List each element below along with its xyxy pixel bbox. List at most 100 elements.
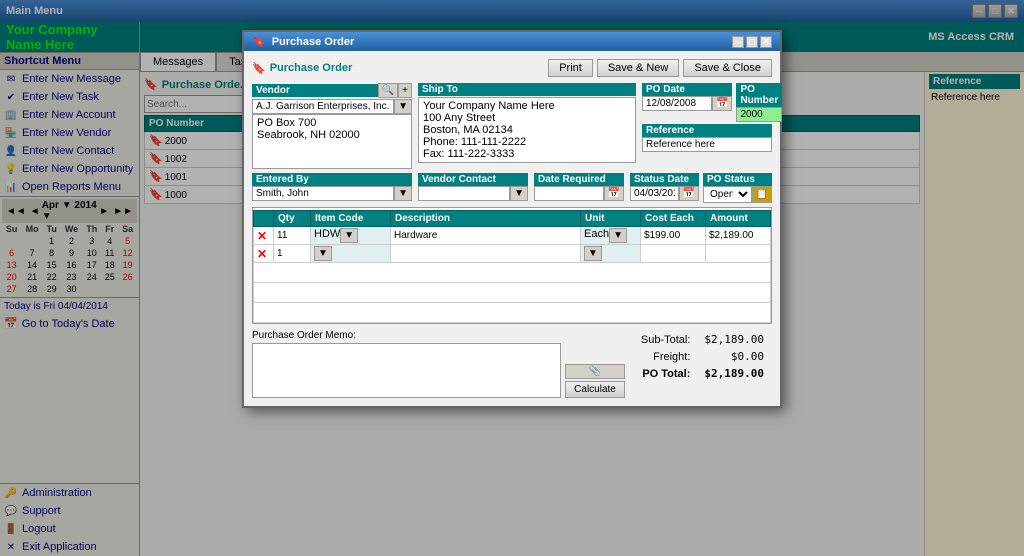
- item-unit-dropdown-2[interactable]: ▼: [584, 246, 602, 261]
- item-row-empty: [254, 303, 771, 323]
- freight-value: $0.00: [698, 349, 770, 364]
- status-section: Status Date 📅 PO Status Open Closed: [630, 173, 772, 203]
- status-date-section: Status Date 📅: [630, 173, 699, 203]
- item-row-empty: [254, 283, 771, 303]
- subtotal-row: Sub-Total: $2,189.00: [635, 332, 770, 347]
- modal-header-row: 🔖 Purchase Order Print Save & New Save &…: [252, 59, 772, 77]
- col-del: [254, 211, 274, 227]
- item-amount-cell-1: $2,189.00: [706, 227, 771, 245]
- item-qty-input-2[interactable]: [277, 248, 307, 259]
- memo-label: Purchase Order Memo:: [252, 330, 625, 341]
- modal-body: 🔖 Purchase Order Print Save & New Save &…: [244, 51, 780, 406]
- item-del-cell: ✕: [254, 227, 274, 245]
- vendor-name-input[interactable]: [252, 99, 394, 114]
- shipto-fax: Fax: 111-222-3333: [423, 148, 631, 160]
- modal-minimize-button[interactable]: ─: [732, 36, 744, 48]
- date-required-calendar-button[interactable]: 📅: [604, 186, 624, 201]
- total-row: PO Total: $2,189.00: [635, 366, 770, 381]
- vendor-dropdown-button[interactable]: ▼: [394, 99, 412, 114]
- po-date-input[interactable]: [642, 96, 712, 111]
- po-status-extra-button[interactable]: 📋: [752, 186, 772, 203]
- item-delete-button-1[interactable]: ✕: [257, 229, 267, 243]
- bottom-section: Purchase Order Memo: 📎 Calculate Sub-Tot…: [252, 330, 772, 398]
- shipto-name: Your Company Name Here: [423, 100, 631, 112]
- col-qty: Qty: [274, 211, 311, 227]
- po-date-row: 📅: [642, 96, 732, 111]
- item-row: ✕ HDW ▼ Hardware Each: [254, 227, 771, 245]
- calculate-button[interactable]: Calculate: [565, 381, 625, 398]
- items-table-wrapper: Qty Item Code Description Unit Cost Each…: [252, 207, 772, 324]
- status-date-calendar-button[interactable]: 📅: [679, 186, 699, 201]
- save-close-button[interactable]: Save & Close: [683, 59, 772, 77]
- item-code-dropdown-2[interactable]: ▼: [314, 246, 332, 261]
- modal-maximize-button[interactable]: □: [746, 36, 758, 48]
- reference-input[interactable]: [642, 137, 772, 152]
- item-delete-button-2[interactable]: ✕: [257, 247, 267, 261]
- item-code-cell: HDW ▼: [311, 227, 391, 245]
- item-unit-cell-2: ▼: [581, 245, 641, 263]
- save-new-button[interactable]: Save & New: [597, 59, 680, 77]
- vendor-search-button[interactable]: 🔍: [378, 83, 398, 98]
- po-status-select[interactable]: Open Closed: [703, 186, 752, 203]
- item-code-row-2: ▼: [314, 246, 387, 261]
- vendor-address1: PO Box 700: [257, 117, 407, 129]
- item-cost-cell-1: $199.00: [641, 227, 706, 245]
- item-unit-cell-1: Each ▼: [581, 227, 641, 245]
- purchase-order-modal: 🔖 Purchase Order ─ □ ✕ 🔖 Purchase Order …: [242, 30, 782, 408]
- item-unit-row-2: ▼: [584, 246, 637, 261]
- vendor-add-button[interactable]: +: [398, 83, 412, 98]
- vendor-contact-row: ▼: [418, 186, 528, 201]
- entered-by-section: Entered By ▼: [252, 173, 412, 203]
- po-number-label: PO Number: [736, 83, 782, 107]
- item-code-cell-2: ▼: [311, 245, 391, 263]
- status-date-label: Status Date: [630, 173, 699, 186]
- po-number-section: PO Number: [736, 83, 782, 122]
- date-required-section: Date Required 📅: [534, 173, 624, 203]
- status-date-input[interactable]: [630, 186, 679, 201]
- modal-close-button[interactable]: ✕: [760, 36, 772, 48]
- po-total-label: PO Total:: [635, 366, 697, 381]
- memo-row: 📎 Calculate: [252, 343, 625, 398]
- shipto-address: Your Company Name Here 100 Any Street Bo…: [418, 97, 636, 163]
- item-row: ✕ ▼: [254, 245, 771, 263]
- shipto-phone: Phone: 111-111-2222: [423, 136, 631, 148]
- vendor-contact-dropdown-button[interactable]: ▼: [510, 186, 528, 201]
- item-code-value-1: HDW: [314, 228, 340, 243]
- item-qty-input-1[interactable]: [277, 230, 307, 241]
- vendor-contact-input[interactable]: [418, 186, 510, 201]
- item-unit-dropdown-1[interactable]: ▼: [609, 228, 627, 243]
- vendor-label: Vendor: [252, 84, 378, 97]
- memo-attach-button[interactable]: 📎: [565, 364, 625, 379]
- po-date-section: PO Date 📅: [642, 83, 732, 122]
- item-qty-cell-2: [274, 245, 311, 263]
- modal-title-bar-text: Purchase Order: [272, 36, 355, 48]
- freight-label: Freight:: [635, 349, 697, 364]
- col-unit: Unit: [581, 211, 641, 227]
- print-button[interactable]: Print: [548, 59, 593, 77]
- vendor-contact-label: Vendor Contact: [418, 173, 528, 186]
- memo-buttons: 📎 Calculate: [565, 364, 625, 398]
- items-table: Qty Item Code Description Unit Cost Each…: [253, 210, 771, 323]
- reference-label: Reference: [642, 124, 772, 137]
- subtotal-value: $2,189.00: [698, 332, 770, 347]
- shipto-city: Boston, MA 02134: [423, 124, 631, 136]
- modal-icon: 🔖: [252, 35, 266, 48]
- status-date-row: 📅: [630, 186, 699, 201]
- date-required-input[interactable]: [534, 186, 604, 201]
- item-del-cell-2: ✕: [254, 245, 274, 263]
- po-status-row: Open Closed 📋: [703, 186, 772, 203]
- vendor-section: Vendor 🔍 + ▼ PO Box 700 Seabrook, NH 020…: [252, 83, 412, 169]
- memo-section: Purchase Order Memo: 📎 Calculate: [252, 330, 625, 398]
- modal-buttons: Print Save & New Save & Close: [548, 59, 772, 77]
- memo-textarea[interactable]: [252, 343, 561, 398]
- entered-by-row: ▼: [252, 186, 412, 201]
- po-number-input[interactable]: [736, 107, 782, 122]
- item-code-dropdown-1[interactable]: ▼: [340, 228, 358, 243]
- po-date-label: PO Date: [642, 83, 732, 96]
- entered-by-dropdown-button[interactable]: ▼: [394, 186, 412, 201]
- item-desc-cell-1: Hardware: [391, 227, 581, 245]
- vendor-address2: Seabrook, NH 02000: [257, 129, 407, 141]
- entered-by-input[interactable]: [252, 186, 394, 201]
- po-total-value: $2,189.00: [698, 366, 770, 381]
- po-date-calendar-button[interactable]: 📅: [712, 96, 732, 111]
